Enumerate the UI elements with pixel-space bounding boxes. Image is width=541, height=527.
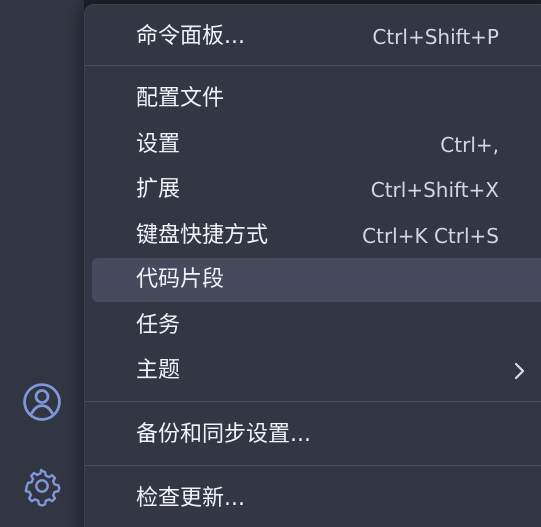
menu-item-label: 配置文件 <box>136 86 225 111</box>
menu-item-label: 主题 <box>136 358 181 383</box>
account-icon[interactable] <box>18 378 66 426</box>
app-shell: 命令面板... Ctrl+Shift+P 配置文件 设置 Ctrl+, 扩展 C… <box>0 0 541 527</box>
menu-item-label: 命令面板... <box>136 24 245 49</box>
menu-item-snippets[interactable]: 代码片段 <box>92 258 541 302</box>
menu-item-extensions[interactable]: 扩展 Ctrl+Shift+X <box>92 168 541 212</box>
menu-item-command-palette[interactable]: 命令面板... Ctrl+Shift+P <box>92 15 541 59</box>
menu-item-label: 代码片段 <box>136 267 225 292</box>
menu-item-backup-sync-settings[interactable]: 备份和同步设置... <box>92 413 541 457</box>
menu-item-profiles[interactable]: 配置文件 <box>92 77 541 121</box>
menu-item-label: 检查更新... <box>136 486 245 511</box>
menu-item-shortcut: Ctrl+K Ctrl+S <box>362 224 499 248</box>
menu-item-label: 任务 <box>136 313 181 338</box>
menu-item-label: 扩展 <box>136 177 181 202</box>
menu-separator <box>85 465 541 466</box>
manage-context-menu: 命令面板... Ctrl+Shift+P 配置文件 设置 Ctrl+, 扩展 C… <box>84 4 541 527</box>
menu-item-label: 设置 <box>136 132 181 157</box>
menu-item-label: 备份和同步设置... <box>136 422 311 447</box>
menu-item-label: 键盘快捷方式 <box>136 223 269 248</box>
menu-item-shortcut: Ctrl+Shift+X <box>370 178 499 202</box>
gear-icon[interactable] <box>18 462 66 510</box>
menu-item-shortcut: Ctrl+, <box>440 133 499 157</box>
menu-item-shortcut: Ctrl+Shift+P <box>372 25 499 49</box>
menu-item-settings[interactable]: 设置 Ctrl+, <box>92 123 541 167</box>
menu-item-check-updates[interactable]: 检查更新... <box>92 477 541 521</box>
menu-separator <box>85 401 541 402</box>
menu-separator <box>85 65 541 66</box>
menu-item-keyboard-shortcuts[interactable]: 键盘快捷方式 Ctrl+K Ctrl+S <box>92 214 541 258</box>
activity-bar <box>0 0 84 527</box>
menu-item-themes[interactable]: 主题 <box>92 349 541 393</box>
chevron-right-icon <box>510 360 530 382</box>
menu-item-tasks[interactable]: 任务 <box>92 304 541 348</box>
